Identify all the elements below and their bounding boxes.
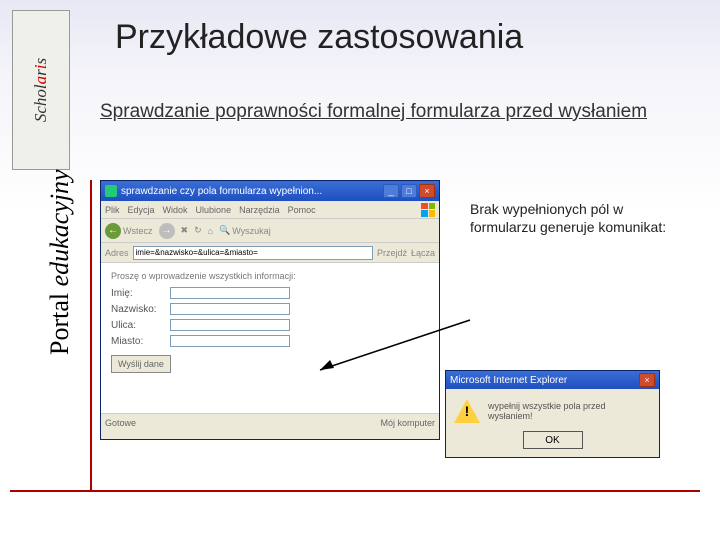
warning-icon bbox=[454, 399, 480, 423]
minimize-button[interactable]: _ bbox=[383, 184, 399, 198]
address-bar: Adres Przejdź Łącza bbox=[101, 243, 439, 263]
refresh-icon[interactable]: ↻ bbox=[194, 225, 202, 236]
divider-horizontal bbox=[10, 490, 700, 492]
ie-icon bbox=[105, 185, 117, 197]
label-imie: Imię: bbox=[111, 288, 166, 299]
browser-window: sprawdzanie czy pola formularza wypełnio… bbox=[100, 180, 440, 440]
input-ulica[interactable] bbox=[170, 319, 290, 331]
input-imie[interactable] bbox=[170, 287, 290, 299]
input-miasto[interactable] bbox=[170, 335, 290, 347]
browser-menubar: Plik Edycja Widok Ulubione Narzędzia Pom… bbox=[101, 201, 439, 219]
alert-message: wypełnij wszystkie pola przed wysłaniem! bbox=[488, 401, 651, 421]
alert-titlebar: Microsoft Internet Explorer × bbox=[446, 371, 659, 389]
stop-icon[interactable]: ✖ bbox=[181, 225, 189, 236]
alert-ok-button[interactable]: OK bbox=[523, 431, 583, 449]
browser-titlebar: sprawdzanie czy pola formularza wypełnio… bbox=[101, 181, 439, 201]
menu-item[interactable]: Ulubione bbox=[196, 205, 232, 215]
logo-text: Scholaris bbox=[31, 58, 51, 122]
menu-item[interactable]: Plik bbox=[105, 205, 120, 215]
divider-vertical bbox=[90, 180, 92, 490]
alert-close-button[interactable]: × bbox=[639, 373, 655, 387]
description-text: Brak wypełnionych pól w formularzu gener… bbox=[470, 200, 670, 236]
address-label: Adres bbox=[105, 248, 129, 258]
menu-item[interactable]: Narzędzia bbox=[239, 205, 280, 215]
address-input[interactable] bbox=[133, 246, 373, 260]
menu-item[interactable]: Widok bbox=[163, 205, 188, 215]
forward-button[interactable]: → bbox=[159, 223, 175, 239]
links-label[interactable]: Łącza bbox=[411, 248, 435, 258]
label-miasto: Miasto: bbox=[111, 336, 166, 347]
browser-title-text: sprawdzanie czy pola formularza wypełnio… bbox=[121, 186, 383, 197]
label-nazwisko: Nazwisko: bbox=[111, 304, 166, 315]
menu-item[interactable]: Edycja bbox=[128, 205, 155, 215]
status-zone: Mój komputer bbox=[380, 418, 435, 428]
go-button[interactable]: Przejdź bbox=[377, 248, 407, 258]
alert-dialog: Microsoft Internet Explorer × wypełnij w… bbox=[445, 370, 660, 458]
windows-logo-icon bbox=[421, 203, 435, 217]
submit-button[interactable]: Wyślij dane bbox=[111, 355, 171, 373]
input-nazwisko[interactable] bbox=[170, 303, 290, 315]
slide-title: Przykładowe zastosowania bbox=[115, 18, 523, 57]
browser-content: Proszę o wprowadzenie wszystkich informa… bbox=[101, 263, 439, 413]
back-button[interactable]: ←Wstecz bbox=[105, 223, 153, 239]
close-button[interactable]: × bbox=[419, 184, 435, 198]
search-button[interactable]: 🔍Wyszukaj bbox=[219, 225, 271, 236]
browser-toolbar: ←Wstecz → ✖ ↻ ⌂ 🔍Wyszukaj bbox=[101, 219, 439, 243]
form-prompt: Proszę o wprowadzenie wszystkich informa… bbox=[111, 271, 429, 281]
status-ready: Gotowe bbox=[105, 418, 136, 428]
scholaris-logo: Scholaris bbox=[12, 10, 70, 170]
slide-subtitle: Sprawdzanie poprawności formalnej formul… bbox=[100, 100, 660, 125]
label-ulica: Ulica: bbox=[111, 320, 166, 331]
home-icon[interactable]: ⌂ bbox=[208, 226, 213, 236]
sidebar-label: Portal edukacyjny bbox=[45, 169, 75, 355]
menu-item[interactable]: Pomoc bbox=[288, 205, 316, 215]
browser-statusbar: Gotowe Mój komputer bbox=[101, 413, 439, 431]
alert-title-text: Microsoft Internet Explorer bbox=[450, 375, 639, 386]
maximize-button[interactable]: □ bbox=[401, 184, 417, 198]
